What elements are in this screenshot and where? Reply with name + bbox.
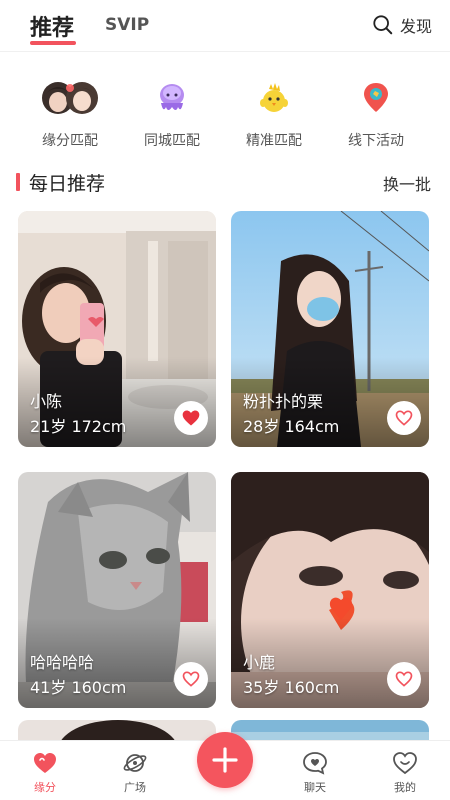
profile-card[interactable]: 哈哈哈哈 41岁 160cm [18, 472, 216, 708]
heart-icon [34, 753, 56, 773]
nav-item-chat[interactable]: 聊天 [285, 751, 345, 795]
card-name: 粉扑扑的栗 [243, 392, 324, 411]
card-info: 41岁 160cm [30, 678, 127, 697]
card-name: 小陈 [30, 392, 63, 411]
like-button[interactable] [387, 401, 421, 435]
category-offline-events[interactable]: 线下活动 [326, 75, 426, 150]
profile-heart-icon [393, 752, 417, 775]
profile-card[interactable]: 粉扑扑的栗 28岁 164cm [231, 211, 429, 447]
map-pin-icon [326, 75, 426, 121]
daily-recommend-header: 每日推荐 换一批 [0, 168, 450, 198]
like-button[interactable] [174, 662, 208, 696]
category-precise-match[interactable]: 精准匹配 [224, 75, 324, 150]
octopus-icon [122, 75, 222, 121]
profile-photo [231, 720, 429, 742]
heart-filled-icon [182, 410, 200, 426]
discover-button[interactable]: 发现 [372, 13, 432, 37]
plus-icon [212, 747, 238, 773]
category-row: 缘分匹配 同城匹配 精准匹配 线下活动 [0, 75, 450, 155]
category-label: 缘分匹配 [42, 133, 98, 149]
chick-icon [224, 75, 324, 121]
tab-recommend[interactable]: 推荐 [30, 10, 74, 42]
avatar-pair-icon [20, 75, 120, 121]
heart-outline-icon [395, 410, 413, 426]
profile-photo [18, 720, 216, 742]
nav-label: 聊天 [304, 781, 326, 794]
planet-icon [123, 754, 147, 772]
tab-svip[interactable]: SVIP [105, 15, 149, 35]
section-title: 每日推荐 [29, 173, 106, 195]
search-icon [373, 15, 393, 35]
category-label: 线下活动 [348, 133, 404, 149]
top-bar: 推荐 SVIP 发现 [0, 0, 450, 52]
card-name: 小鹿 [243, 653, 276, 672]
card-name: 哈哈哈哈 [30, 653, 95, 672]
heart-outline-icon [395, 671, 413, 687]
profile-card[interactable]: 小鹿 35岁 160cm [231, 472, 429, 708]
category-fate-match[interactable]: 缘分匹配 [20, 75, 120, 150]
heart-outline-icon [182, 671, 200, 687]
chat-heart-icon [303, 752, 327, 775]
like-button[interactable] [174, 401, 208, 435]
profile-card[interactable]: 小陈 21岁 172cm [18, 211, 216, 447]
card-info: 21岁 172cm [30, 417, 127, 436]
nav-label: 我的 [394, 781, 416, 794]
nav-item-mine[interactable]: 我的 [375, 751, 435, 795]
profile-card[interactable] [18, 720, 216, 742]
category-local-match[interactable]: 同城匹配 [122, 75, 222, 150]
nav-item-square[interactable]: 广场 [105, 751, 165, 795]
nav-label: 缘分 [34, 781, 56, 794]
create-post-button[interactable] [197, 732, 253, 788]
category-label: 同城匹配 [144, 133, 200, 149]
nav-item-fate[interactable]: 缘分 [15, 751, 75, 795]
section-accent-bar [16, 173, 20, 191]
refresh-button[interactable]: 换一批 [383, 171, 431, 195]
category-label: 精准匹配 [246, 133, 302, 149]
card-info: 35岁 160cm [243, 678, 340, 697]
tab-active-indicator [30, 41, 76, 45]
discover-label: 发现 [399, 17, 432, 36]
like-button[interactable] [387, 662, 421, 696]
profile-card[interactable] [231, 720, 429, 742]
card-info: 28岁 164cm [243, 417, 340, 436]
nav-label: 广场 [124, 781, 146, 794]
